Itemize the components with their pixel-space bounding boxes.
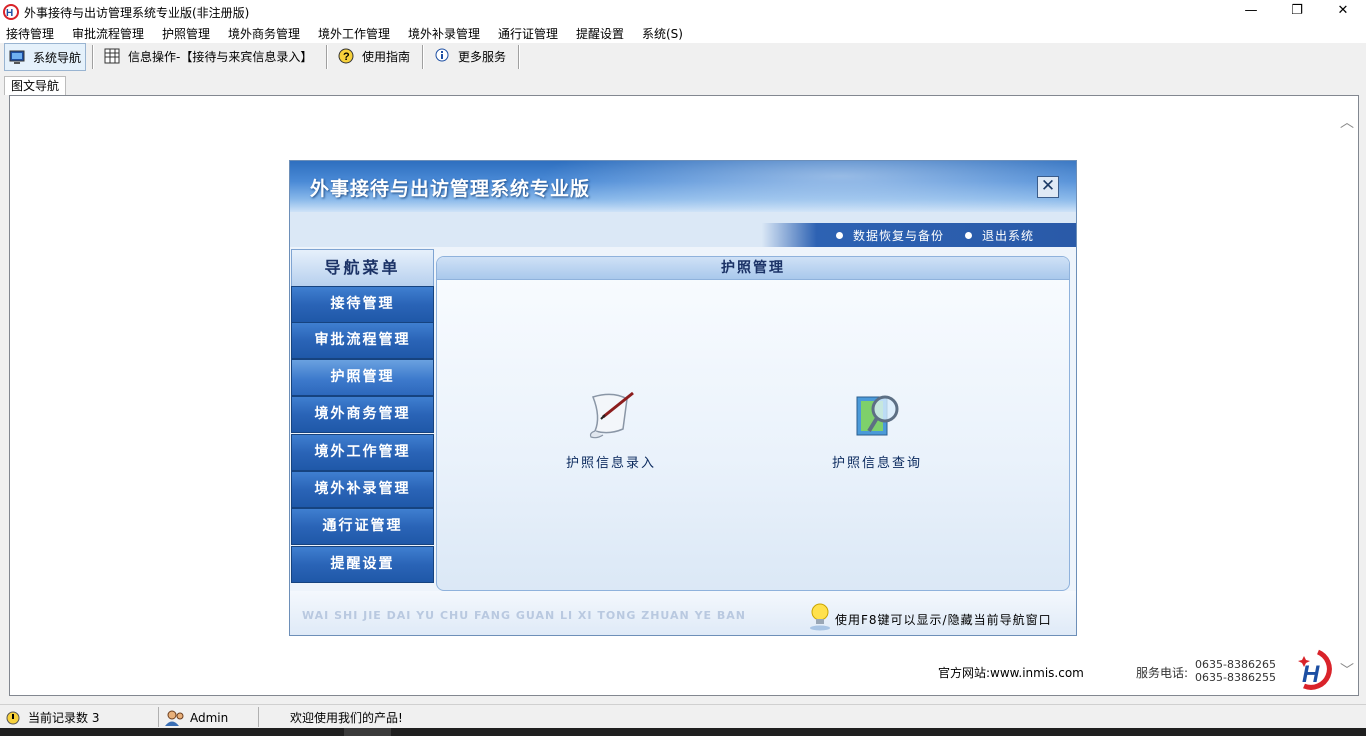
menu-overseas-business[interactable]: 境外商务管理 — [228, 25, 300, 42]
menu-approval[interactable]: 审批流程管理 — [72, 25, 144, 42]
help-icon: ? — [338, 48, 354, 64]
system-nav-button[interactable]: 系统导航 — [4, 43, 87, 71]
magnifier-book-icon — [856, 395, 899, 436]
record-count-label: 当前记录数 3 — [28, 711, 100, 725]
toolbar-divider — [326, 45, 328, 69]
pinyin-banner: WAI SHI JIE DAI YU CHU FANG GUAN LI XI T… — [302, 609, 746, 622]
tab-graphic-nav[interactable]: 图文导航 — [4, 76, 67, 95]
scroll-down-icon[interactable]: ﹀ — [1340, 660, 1354, 680]
toolbar-divider — [92, 45, 94, 69]
user-guide-button[interactable]: ? 使用指南 — [338, 43, 410, 69]
monitor-icon — [9, 50, 25, 64]
menu-pass[interactable]: 通行证管理 — [498, 25, 558, 42]
service-phone-2: 0635-8386255 — [1195, 671, 1276, 684]
toolbar-divider — [422, 45, 424, 69]
current-user: Admin — [164, 709, 228, 727]
panel-title: 护照管理 — [437, 257, 1069, 280]
title-bar: H 外事接待与出访管理系统专业版(非注册版) — ❐ ✕ — [0, 0, 1366, 24]
nav-overseas-work[interactable]: 境外工作管理 — [291, 434, 434, 471]
user-guide-label: 使用指南 — [362, 49, 411, 64]
menu-bar: 接待管理 审批流程管理 护照管理 境外商务管理 境外工作管理 境外补录管理 通行… — [0, 24, 1366, 43]
content-panel: 护照管理 护照信息录入 护照信息查询 — [436, 256, 1070, 591]
menu-system[interactable]: 系统(S) — [642, 25, 683, 42]
info-operation-button[interactable]: 信息操作-【接待与来宾信息录入】 — [104, 43, 312, 69]
dialog-title: 外事接待与出访管理系统专业版 — [310, 178, 591, 200]
grid-icon — [104, 48, 120, 64]
svg-text:?: ? — [343, 51, 350, 63]
menu-reception[interactable]: 接待管理 — [6, 25, 54, 42]
nav-reception[interactable]: 接待管理 — [291, 286, 434, 323]
nav-approval[interactable]: 审批流程管理 — [291, 322, 434, 359]
os-taskbar — [0, 728, 1366, 736]
more-services-button[interactable]: 更多服务 — [434, 43, 506, 69]
scroll-up-icon[interactable]: ︿ — [1340, 112, 1354, 132]
status-divider — [258, 707, 259, 727]
nav-reminder[interactable]: 提醒设置 — [291, 546, 434, 583]
service-phone-label: 服务电话: — [1136, 666, 1189, 680]
info-icon — [435, 48, 449, 62]
dialog-header: 外事接待与出访管理系统专业版 ✕ — [290, 161, 1076, 212]
company-logo: H — [1298, 649, 1332, 690]
restore-button[interactable]: ❐ — [1274, 0, 1320, 24]
info-operation-label: 信息操作-【接待与来宾信息录入】 — [128, 49, 313, 64]
lightbulb-icon — [810, 603, 830, 631]
passport-query-label: 护照信息查询 — [831, 456, 922, 471]
nav-overseas-business[interactable]: 境外商务管理 — [291, 396, 434, 433]
passport-entry-label: 护照信息录入 — [565, 456, 656, 471]
system-nav-label: 系统导航 — [33, 50, 82, 65]
current-user-label: Admin — [190, 711, 229, 725]
svg-text:H: H — [6, 8, 13, 19]
official-website: 官方网站:www.inmis.com — [938, 666, 1084, 680]
scroll-pen-icon — [589, 391, 634, 439]
welcome-message: 欢迎使用我们的产品! — [290, 711, 403, 725]
header-strip — [290, 212, 1076, 223]
close-window-button[interactable]: ✕ — [1320, 0, 1366, 24]
menu-passport[interactable]: 护照管理 — [162, 25, 210, 42]
service-phone-1: 0635-8386265 — [1195, 658, 1276, 671]
window-title: 外事接待与出访管理系统专业版(非注册版) — [24, 6, 250, 20]
nav-passport[interactable]: 护照管理 — [291, 359, 434, 396]
dialog-link-bar: 数据恢复与备份 退出系统 — [290, 223, 1076, 247]
header-shine — [540, 161, 1076, 212]
menu-overseas-work[interactable]: 境外工作管理 — [318, 25, 390, 42]
nav-pass[interactable]: 通行证管理 — [291, 508, 434, 545]
more-services-label: 更多服务 — [458, 49, 507, 64]
nav-overseas-supplement[interactable]: 境外补录管理 — [291, 471, 434, 508]
toolbar: 系统导航 信息操作-【接待与来宾信息录入】 ? 使用指南 更多服务 — [0, 43, 1366, 71]
app-logo-icon: H — [3, 4, 19, 20]
status-bar: 当前记录数 3 Admin 欢迎使用我们的产品! — [0, 704, 1366, 729]
toolbar-divider — [518, 45, 520, 69]
nav-menu-title: 导航菜单 — [291, 249, 434, 287]
navigation-dialog: 外事接待与出访管理系统专业版 ✕ 数据恢复与备份 退出系统 导航菜单 接待管理 … — [289, 160, 1077, 636]
backup-restore-link[interactable]: 数据恢复与备份 — [836, 227, 944, 244]
status-divider — [158, 707, 159, 727]
bullet-icon — [836, 232, 843, 239]
f8-hint: 使用F8键可以显示/隐藏当前导航窗口 — [835, 613, 1052, 627]
dialog-footer: WAI SHI JIE DAI YU CHU FANG GUAN LI XI T… — [290, 591, 1076, 635]
user-avatar-icon — [165, 710, 184, 726]
record-count-icon — [6, 711, 20, 724]
menu-overseas-supplement[interactable]: 境外补录管理 — [408, 25, 480, 42]
taskbar-item[interactable] — [344, 728, 391, 736]
menu-reminder[interactable]: 提醒设置 — [576, 25, 624, 42]
record-count: 当前记录数 3 — [4, 709, 99, 726]
passport-query-action[interactable]: 护照信息查询 — [807, 387, 947, 471]
exit-system-label: 退出系统 — [982, 229, 1035, 243]
passport-entry-action[interactable]: 护照信息录入 — [541, 387, 681, 471]
minimize-button[interactable]: — — [1228, 0, 1274, 24]
dialog-close-button[interactable]: ✕ — [1037, 176, 1059, 198]
bullet-icon — [965, 232, 972, 239]
backup-restore-label: 数据恢复与备份 — [853, 229, 945, 243]
exit-system-link[interactable]: 退出系统 — [965, 227, 1034, 244]
